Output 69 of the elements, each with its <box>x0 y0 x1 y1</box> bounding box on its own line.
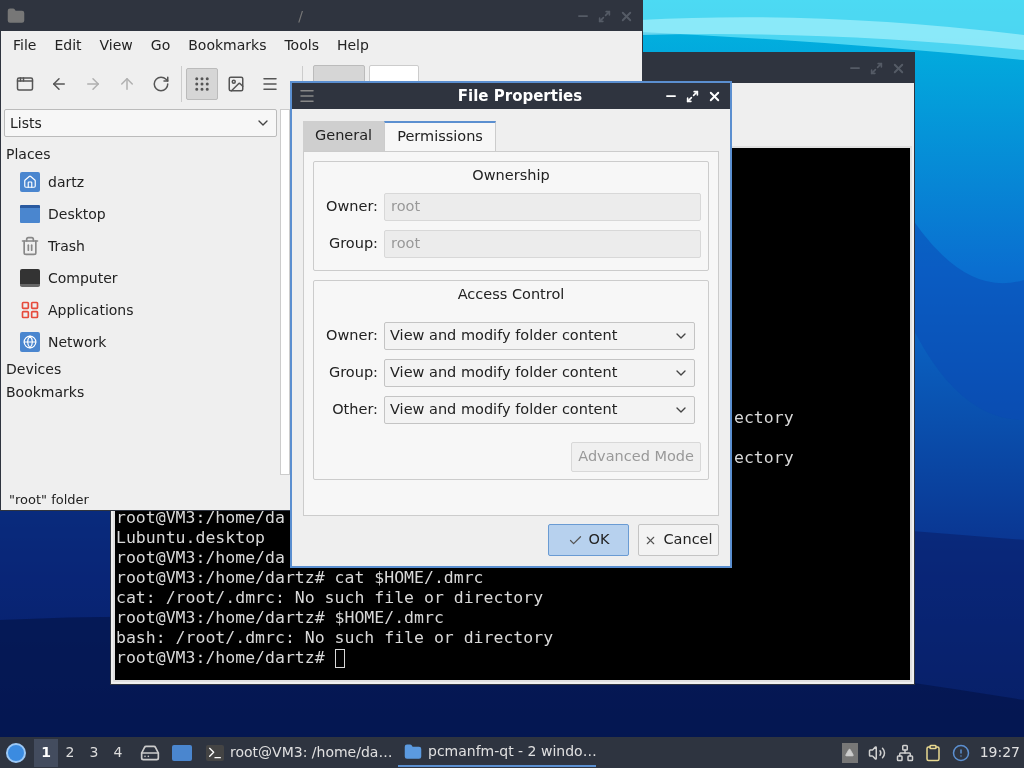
field-label: Group: <box>327 233 379 253</box>
window-title: / <box>298 6 303 26</box>
status-text: "root" folder <box>8 491 90 509</box>
task-button[interactable]: root@VM3: /home/da… <box>200 738 398 767</box>
start-menu-icon[interactable] <box>6 742 26 763</box>
terminal-line: root@VM3:/home/dartz# cat $HOME/.dmrc <box>116 568 484 588</box>
sidebar-item[interactable]: Computer <box>4 262 277 294</box>
terminal-line: root@VM3:/home/da <box>116 508 285 528</box>
ok-button[interactable]: OK <box>548 524 629 556</box>
menu-item[interactable]: Edit <box>45 34 91 56</box>
field-label: Owner: <box>325 196 379 216</box>
desktop-switch[interactable]: 3 <box>82 738 106 767</box>
sidebar-item[interactable]: Applications <box>4 294 277 326</box>
desktop-switch[interactable]: 1 <box>34 738 58 767</box>
menu-item[interactable]: Bookmarks <box>179 34 276 56</box>
group-title: Ownership <box>472 166 550 185</box>
desktop-switch[interactable]: 2 <box>58 738 82 767</box>
maximize-icon[interactable] <box>686 89 699 103</box>
field-label: Owner: <box>325 325 379 345</box>
menu-item[interactable]: File <box>4 34 46 56</box>
terminal-line: root@VM3:/home/dartz# $HOME/.dmrc <box>116 608 444 628</box>
terminal-line: cat: /root/.dmrc: No such file or directory <box>116 588 544 608</box>
menu-item[interactable]: Help <box>327 34 378 56</box>
computer-icon <box>20 269 40 287</box>
home-folder-icon <box>20 172 40 192</box>
permission-dropdown[interactable]: View and modify folder content <box>384 321 695 350</box>
clipboard-icon[interactable] <box>923 743 942 762</box>
menu-item[interactable]: View <box>90 34 142 56</box>
desktop-switch[interactable]: 4 <box>106 738 130 767</box>
group-title: Access Control <box>457 285 565 304</box>
field-label: Group: <box>327 362 379 382</box>
trash-icon <box>20 236 40 256</box>
terminal-output: ectory <box>734 448 794 468</box>
task-button[interactable]: pcmanfm-qt - 2 windo… <box>398 738 596 767</box>
desktop-icon <box>20 205 40 223</box>
permission-dropdown[interactable]: View and modify folder content <box>384 358 695 387</box>
sidebar-item[interactable]: dartz <box>4 166 277 198</box>
terminal-line: root@VM3:/home/dartz# <box>116 648 326 668</box>
field-label: Other: <box>331 399 379 419</box>
window-menu-icon[interactable] <box>298 87 316 105</box>
permission-dropdown[interactable]: View and modify folder content <box>384 395 695 424</box>
section-header[interactable]: Places <box>4 143 277 166</box>
icon-view-icon[interactable] <box>186 68 218 100</box>
folder-icon <box>7 7 25 25</box>
volume-icon[interactable] <box>867 743 886 762</box>
sidebar-item[interactable]: Trash <box>4 230 277 262</box>
tray-expand-icon[interactable] <box>841 742 858 763</box>
tab[interactable]: Permissions <box>384 121 496 151</box>
terminal-line: root@VM3:/home/da <box>116 548 285 568</box>
clock[interactable]: 19:27 <box>979 742 1020 763</box>
menu-item[interactable]: Go <box>141 34 180 56</box>
sidebar-item[interactable]: Network <box>4 326 277 358</box>
section-header[interactable]: Bookmarks <box>4 381 277 404</box>
sidebar-item[interactable]: Desktop <box>4 198 277 230</box>
terminal-line: bash: /root/.dmrc: No such file or directory <box>116 628 554 648</box>
update-icon[interactable] <box>951 743 970 762</box>
side-pane-dropdown[interactable]: Lists <box>4 109 277 137</box>
cancel-button[interactable]: Cancel <box>638 524 719 556</box>
show-desktop-button[interactable] <box>172 744 192 761</box>
cursor-icon <box>334 648 345 668</box>
network-icon[interactable] <box>895 743 914 762</box>
applications-icon <box>20 300 40 320</box>
tab[interactable]: General <box>303 121 385 151</box>
menu-item[interactable]: Tools <box>275 34 328 56</box>
section-header[interactable]: Devices <box>4 358 277 381</box>
terminal-line: Lubuntu.desktop <box>116 528 265 548</box>
window-title: File Properties <box>457 85 583 107</box>
network-folder-icon <box>20 332 40 352</box>
terminal-output: ectory <box>734 408 794 428</box>
